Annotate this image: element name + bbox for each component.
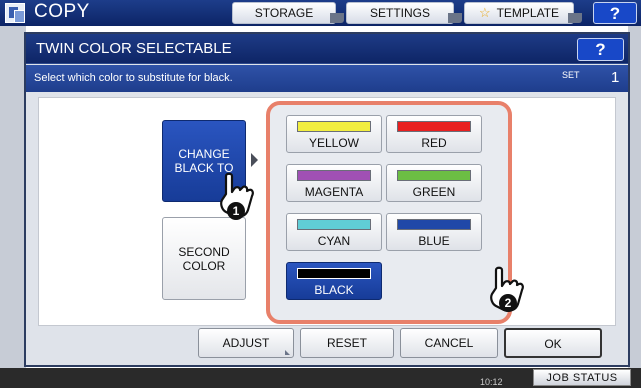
color-blue-button[interactable]: BLUE <box>386 213 482 251</box>
magenta-swatch <box>297 170 371 181</box>
color-label: CYAN <box>317 234 351 248</box>
color-cyan-button[interactable]: CYAN <box>286 213 382 251</box>
job-status-button[interactable]: JOB STATUS <box>533 369 631 386</box>
cyan-swatch <box>297 219 371 230</box>
color-label: BLUE <box>418 234 450 248</box>
action-bar: ADJUST RESET CANCEL OK <box>38 328 616 363</box>
pointer-arrow-icon <box>251 153 258 167</box>
color-yellow-button[interactable]: YELLOW <box>286 115 382 153</box>
twin-color-dialog: TWIN COLOR SELECTABLE ? Select which col… <box>24 32 630 367</box>
color-magenta-button[interactable]: MAGENTA <box>286 164 382 202</box>
color-label: MAGENTA <box>304 185 364 199</box>
reset-button[interactable]: RESET <box>300 328 394 358</box>
ok-button[interactable]: OK <box>504 328 602 358</box>
tab-settings[interactable]: SETTINGS <box>346 2 462 24</box>
background-left-panel <box>0 26 26 376</box>
color-label: RED <box>421 136 447 150</box>
tab-storage[interactable]: STORAGE <box>232 2 344 24</box>
star-icon: ☆ <box>478 5 491 20</box>
app-help-button[interactable]: ? <box>593 2 637 24</box>
adjust-button[interactable]: ADJUST <box>198 328 294 358</box>
dialog-help-button[interactable]: ? <box>577 38 624 61</box>
dialog-title: TWIN COLOR SELECTABLE <box>36 40 232 57</box>
tab-settings-label: SETTINGS <box>369 6 430 20</box>
dialog-title-bar: TWIN COLOR SELECTABLE ? <box>26 34 628 64</box>
second-color-label-1: SECOND <box>178 244 230 259</box>
instruction-bar: Select which color to substitute for bla… <box>26 65 628 92</box>
black-swatch <box>297 268 371 279</box>
color-label: BLACK <box>314 283 354 297</box>
set-label: SET <box>562 70 580 80</box>
color-green-button[interactable]: GREEN <box>386 164 482 202</box>
tab-template[interactable]: ☆ TEMPLATE <box>464 2 582 24</box>
second-color-label-2: COLOR <box>182 258 226 273</box>
tab-template-label: TEMPLATE <box>496 6 560 20</box>
clock-time: 10:12 <box>480 377 503 387</box>
color-label: YELLOW <box>308 136 359 150</box>
change-black-to-label-1: CHANGE <box>178 147 230 161</box>
copy-screen: COPY STORAGE SETTINGS ☆ TEMPLATE ? ​10:1… <box>0 0 641 388</box>
submenu-arrow-icon <box>330 13 344 23</box>
step-2-marker: 2 <box>499 294 517 312</box>
submenu-arrow-icon <box>568 13 582 23</box>
copy-icon <box>5 3 25 23</box>
app-title: COPY <box>34 1 90 22</box>
set-count: 1 <box>611 69 620 86</box>
yellow-swatch <box>297 121 371 132</box>
green-swatch <box>397 170 471 181</box>
submenu-arrow-icon <box>448 13 462 23</box>
blue-swatch <box>397 219 471 230</box>
clock: ​10:12 <box>480 370 503 387</box>
color-label: GREEN <box>412 185 456 199</box>
color-selection-panel: YELLOW RED MAGENTA GREEN CYAN BLUE BLACK <box>266 101 512 324</box>
instruction-text: Select which color to substitute for bla… <box>34 72 233 84</box>
color-black-button[interactable]: BLACK <box>286 262 382 300</box>
cancel-button[interactable]: CANCEL <box>400 328 498 358</box>
tab-storage-label: STORAGE <box>254 6 314 20</box>
color-red-button[interactable]: RED <box>386 115 482 153</box>
red-swatch <box>397 121 471 132</box>
submenu-arrow-icon <box>285 350 291 355</box>
copy-top-bar: COPY STORAGE SETTINGS ☆ TEMPLATE ? <box>0 0 641 26</box>
step-1-marker: 1 <box>227 202 245 220</box>
adjust-label: ADJUST <box>222 336 270 350</box>
second-color-button[interactable]: SECOND COLOR <box>162 217 246 300</box>
